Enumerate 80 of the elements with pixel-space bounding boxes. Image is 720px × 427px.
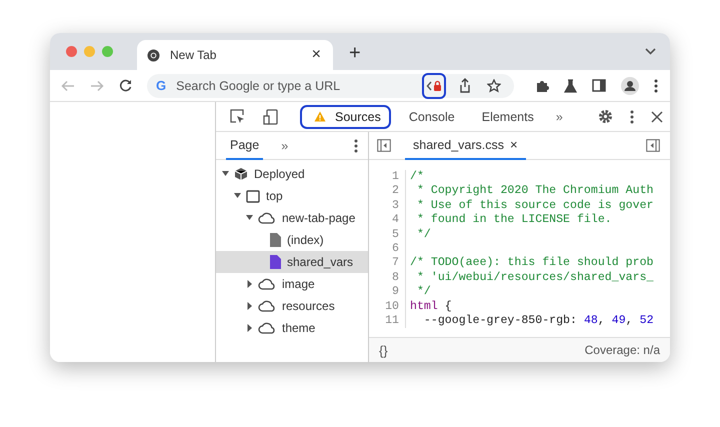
more-tabs-button[interactable]: » bbox=[552, 110, 567, 124]
google-logo: G bbox=[156, 78, 166, 93]
line-number: 7 bbox=[369, 256, 406, 271]
device-toolbar-icon[interactable] bbox=[263, 108, 278, 124]
flask-icon[interactable] bbox=[564, 78, 577, 92]
chrome-logo-icon bbox=[147, 48, 160, 62]
code-line: --google-grey-850-rgb: 48, 49, 52 bbox=[422, 314, 654, 328]
code-line: /* TODO(aee): this file should prob bbox=[409, 256, 654, 271]
devtools-tab[interactable]: Elements bbox=[472, 106, 543, 126]
package-icon bbox=[234, 167, 248, 181]
expanded-triangle-icon[interactable] bbox=[222, 170, 230, 178]
collapsed-triangle-icon[interactable] bbox=[246, 324, 254, 332]
inspect-element-icon[interactable] bbox=[230, 109, 246, 124]
cloud-icon bbox=[258, 278, 276, 290]
line-number: 1 bbox=[369, 170, 406, 184]
code-line: html { bbox=[409, 300, 452, 314]
file-icon bbox=[270, 233, 281, 247]
close-icon[interactable] bbox=[650, 110, 663, 122]
kebab-menu-icon[interactable] bbox=[654, 78, 658, 92]
cloud-icon bbox=[258, 322, 276, 334]
tree-item[interactable]: (index) bbox=[216, 229, 368, 251]
frame-icon bbox=[246, 190, 260, 202]
toggle-debugger-icon[interactable] bbox=[646, 139, 660, 152]
collapsed-triangle-icon[interactable] bbox=[246, 302, 254, 310]
code-line: * Copyright 2020 The Chromium Auth bbox=[416, 184, 654, 199]
close-tab-button[interactable]: × bbox=[310, 46, 323, 64]
tree-item[interactable]: resources bbox=[216, 295, 368, 317]
code-lock-icon[interactable] bbox=[426, 78, 442, 92]
chevron-down-icon[interactable] bbox=[645, 48, 656, 55]
profile-avatar-icon[interactable] bbox=[621, 76, 639, 94]
tree-item[interactable]: new-tab-page bbox=[216, 207, 368, 229]
devtools-tab[interactable]: Console bbox=[400, 106, 464, 126]
line-number: 5 bbox=[369, 228, 406, 242]
code-line: */ bbox=[416, 285, 431, 300]
puzzle-piece-icon[interactable] bbox=[535, 78, 549, 92]
close-file-button[interactable]: × bbox=[510, 137, 518, 152]
window-control-icon[interactable] bbox=[66, 46, 77, 57]
code-line: /* bbox=[409, 170, 424, 184]
settings-gear-icon[interactable] bbox=[598, 109, 613, 124]
side-panel-icon[interactable] bbox=[592, 79, 606, 92]
tree-item[interactable]: Deployed bbox=[216, 163, 368, 185]
coverage-status: Coverage: n/a bbox=[584, 343, 660, 357]
kebab-menu-icon[interactable] bbox=[354, 138, 358, 152]
pretty-print-button[interactable]: {} bbox=[379, 342, 388, 358]
code-line: * 'ui/webui/resources/shared_vars_ bbox=[416, 270, 654, 286]
code-line: * found in the LICENSE file. bbox=[416, 213, 612, 228]
expanded-triangle-icon[interactable] bbox=[246, 214, 254, 222]
line-number: 10 bbox=[369, 300, 406, 314]
devtools-tab[interactable]: Sources bbox=[300, 104, 391, 128]
line-number: 9 bbox=[369, 285, 406, 300]
tree-item[interactable]: theme bbox=[216, 317, 368, 339]
navigator-tab[interactable]: Page bbox=[226, 132, 264, 160]
file-tab[interactable]: shared_vars.css × bbox=[405, 132, 526, 160]
tree-item[interactable]: shared_vars bbox=[216, 251, 368, 273]
browser-tab[interactable]: New Tab × bbox=[137, 40, 333, 70]
new-tab-button[interactable]: + bbox=[347, 42, 363, 65]
code-line: */ bbox=[416, 228, 431, 242]
line-number: 6 bbox=[369, 242, 406, 256]
line-number: 4 bbox=[369, 213, 406, 228]
line-number: 11 bbox=[369, 314, 406, 328]
file-icon bbox=[270, 255, 281, 269]
line-number: 8 bbox=[369, 270, 406, 286]
line-number: 2 bbox=[369, 184, 406, 199]
kebab-menu-icon[interactable] bbox=[630, 110, 634, 124]
more-tabs-button[interactable]: » bbox=[277, 138, 292, 152]
cloud-icon bbox=[258, 300, 276, 312]
tree-item[interactable]: top bbox=[216, 185, 368, 207]
tab-title: New Tab bbox=[170, 48, 218, 62]
warning-icon bbox=[314, 111, 326, 122]
expanded-triangle-icon[interactable] bbox=[234, 192, 242, 200]
toggle-navigator-icon[interactable] bbox=[377, 139, 391, 152]
tree-item[interactable]: image bbox=[216, 273, 368, 295]
share-icon[interactable] bbox=[459, 78, 471, 93]
collapsed-triangle-icon[interactable] bbox=[246, 280, 254, 288]
line-number: 3 bbox=[369, 198, 406, 214]
star-icon[interactable] bbox=[487, 78, 501, 92]
cloud-icon bbox=[258, 212, 276, 224]
code-line: * Use of this source code is gover bbox=[416, 198, 654, 214]
reload-icon[interactable] bbox=[119, 79, 132, 92]
search-input[interactable]: Search Google or type a URL bbox=[176, 78, 412, 92]
